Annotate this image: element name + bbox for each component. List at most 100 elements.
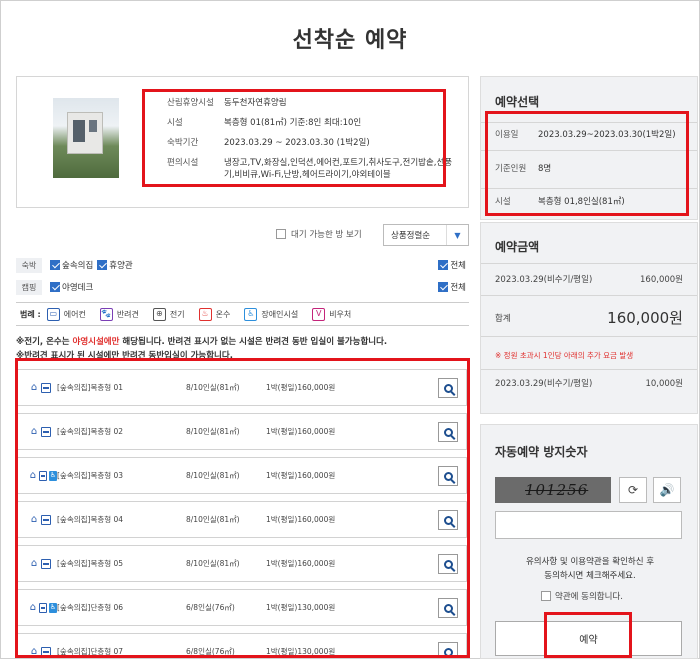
checkbox-stay-all[interactable]: 전체 [438, 259, 466, 271]
room-capacity: 6/8인실(76㎡) [186, 603, 235, 612]
room-search-button[interactable] [438, 642, 458, 656]
room-price: 1박(평일)160,000원 [266, 383, 336, 392]
category-row-stay: 숙박 숲속의집 휴양관 전체 [16, 256, 469, 274]
search-icon [443, 647, 453, 656]
facility-thumbnail [53, 98, 119, 178]
room-price: 1박(평일)160,000원 [266, 427, 336, 436]
room-row[interactable]: ⌂ ♿ [숲속의집]복층형 03 8/10인실(81㎡) 1박(평일)160,000원 [16, 457, 467, 494]
legend-item: ⊕ 전기 [152, 307, 185, 321]
room-name: [숲속의집]복층형 03 [57, 471, 124, 480]
room-row[interactable]: ⌂ [숲속의집]복층형 02 8/10인실(81㎡) 1박(평일)160,000원 [16, 413, 467, 450]
room-row[interactable]: ⌂ [숲속의집]단층형 07 6/8인실(76㎡) 1박(평일)130,000원 [16, 633, 467, 656]
room-search-button[interactable] [438, 510, 458, 530]
selection-panel: 예약선택 이용일 2023.03.29~2023.03.30(1박2일) 기준인원… [480, 76, 698, 220]
checkbox-camp-deck[interactable]: 야영데크 [50, 281, 93, 293]
amount-total: 합계 160,000원 [495, 309, 683, 327]
aircon-icon [41, 426, 51, 437]
aircon-icon [38, 470, 48, 481]
room-capacity: 8/10인실(81㎡) [186, 471, 240, 480]
facility-info-label: 편의시설 [167, 158, 199, 168]
chevron-down-icon[interactable]: ▼ [446, 225, 468, 245]
facility-info-list: 산림휴양시설 동두천자연휴양림시설 복층형 01(81㎡) 기준:8인 최대:10인… [167, 97, 457, 189]
room-name: [숲속의집]단층형 06 [57, 603, 124, 612]
selection-title: 예약선택 [495, 95, 540, 109]
search-icon [443, 383, 453, 393]
room-list: ⌂ [숲속의집]복층형 01 8/10인실(81㎡) 1박(평일)160,000원 ⌂ [… [16, 369, 469, 656]
room-search-button[interactable] [438, 598, 458, 618]
room-icons: ⌂ [29, 557, 57, 569]
agree-text: 유의사항 및 이용약관을 확인하신 후 동의하시면 체크해주세요. [525, 557, 655, 581]
facility-info-label: 산림휴양시설 [167, 98, 214, 108]
house-icon: ⌂ [30, 557, 38, 569]
legend-label: 장애인시설 [261, 309, 299, 319]
aircon-icon: ▭ [46, 307, 60, 321]
filter-bar: 대기 가능한 방 보기 상품정렬순 ▼ [16, 224, 469, 246]
room-price: 1박(평일)130,000원 [266, 647, 336, 656]
room-search-button[interactable] [438, 554, 458, 574]
legend-item: ▭ 에어컨 [46, 307, 86, 321]
amount-warning: ※ 정원 초과시 1인당 아래의 추가 요금 발생 [495, 351, 634, 360]
room-capacity: 8/10인실(81㎡) [186, 427, 240, 436]
room-capacity: 8/10인실(81㎡) [186, 383, 240, 392]
room-search-button[interactable] [438, 422, 458, 442]
facility-info-value: 복층형 01(81㎡) 기준:8인 최대:10인 [224, 118, 362, 128]
checkbox-forest-house[interactable]: 숲속의집 [50, 259, 93, 271]
room-row[interactable]: ⌂ [숲속의집]복층형 01 8/10인실(81㎡) 1박(평일)160,000원 [16, 369, 467, 406]
search-icon [443, 559, 453, 569]
captcha-input[interactable] [495, 511, 682, 539]
agree-checkbox[interactable]: 약관에 동의합니다. [541, 590, 623, 602]
sort-select[interactable]: 상품정렬순 ▼ [383, 224, 469, 246]
accessible-icon: ♿ [244, 307, 258, 321]
accessible-icon: ♿ [49, 602, 57, 613]
room-icons: ⌂ ♿ [29, 469, 57, 481]
legend-item: V 비우처 [312, 307, 351, 321]
facility-info-row: 산림휴양시설 동두천자연휴양림 [167, 97, 457, 109]
reserve-button[interactable]: 예약 [495, 621, 682, 656]
checkbox-camp-all[interactable]: 전체 [438, 281, 466, 293]
room-name: [숲속의집]복층형 05 [57, 559, 124, 568]
speaker-icon[interactable]: 🔊 [653, 477, 681, 503]
wait-room-checkbox[interactable]: 대기 가능한 방 보기 [276, 228, 362, 240]
room-search-button[interactable] [438, 466, 458, 486]
search-icon [443, 603, 453, 613]
sort-select-value: 상품정렬순 [391, 231, 431, 241]
amount-panel: 예약금액 2023.03.29(비수기/평일) 160,000원 합계 160,00… [480, 222, 698, 414]
category-tag-camp: 캠핑 [16, 279, 42, 295]
amount-line: 2023.03.29(비수기/평일) 160,000원 [495, 275, 683, 285]
room-icons: ⌂ [29, 426, 57, 437]
electric-icon: ⊕ [152, 307, 166, 321]
facility-info-row: 시설 복층형 01(81㎡) 기준:8인 최대:10인 [167, 117, 457, 129]
house-icon: ⌂ [29, 469, 37, 481]
search-icon [443, 515, 453, 525]
facility-info-label: 시설 [167, 118, 183, 128]
legend-item: ♿ 장애인시설 [244, 307, 299, 321]
room-row[interactable]: ⌂ ♿ [숲속의집]단층형 06 6/8인실(76㎡) 1박(평일)130,000원 [16, 589, 467, 626]
checkbox-recreation-hall[interactable]: 휴양관 [97, 259, 133, 271]
facility-info-row: 편의시설 냉장고,TV,화장실,인덕션,에어컨,포트기,취사도구,전기밥솥,선풍기… [167, 157, 457, 181]
category-tag-stay: 숙박 [16, 257, 42, 273]
legend-item: 🐾 반려견 [99, 307, 139, 321]
room-search-button[interactable] [438, 378, 458, 398]
house-icon: ⌂ [30, 381, 38, 393]
house-icon: ⌂ [30, 645, 38, 656]
page-title: 선착순 예약 [292, 28, 408, 53]
hotwater-icon: ♨ [198, 307, 212, 321]
legend-label: 전기 [169, 309, 185, 319]
aircon-icon [41, 382, 51, 393]
aircon-icon [38, 602, 48, 613]
search-icon [443, 471, 453, 481]
search-icon [443, 427, 453, 437]
notice-1: ※전기, 온수는 야영시설에만 해당됩니다. 반려견 표시가 없는 시설은 반려… [16, 337, 388, 347]
aircon-icon [41, 646, 51, 656]
facility-info-box: 산림휴양시설 동두천자연휴양림시설 복층형 01(81㎡) 기준:8인 최대:10인… [16, 76, 469, 208]
facility-info-value: 2023.03.29 ~ 2023.03.30 (1박2일) [224, 138, 370, 148]
legend-item: ♨ 온수 [198, 307, 230, 321]
refresh-icon[interactable]: ⟳ [619, 477, 647, 503]
legend-title: 범례 : [20, 309, 41, 319]
room-price: 1박(평일)160,000원 [266, 471, 336, 480]
room-row[interactable]: ⌂ [숲속의집]복층형 05 8/10인실(81㎡) 1박(평일)160,000원 [16, 545, 467, 582]
room-icons: ⌂ [29, 514, 57, 525]
wait-room-check-icon[interactable] [276, 229, 286, 239]
facility-info-label: 숙박기간 [167, 138, 199, 148]
room-row[interactable]: ⌂ [숲속의집]복층형 04 8/10인실(81㎡) 1박(평일)160,000원 [16, 501, 467, 538]
